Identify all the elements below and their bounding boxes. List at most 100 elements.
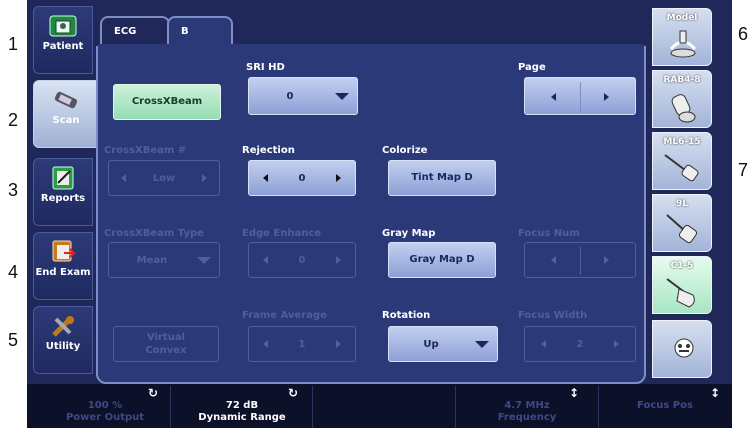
gray-map-button[interactable]: Gray Map D	[388, 242, 496, 278]
page-next-icon[interactable]	[604, 93, 609, 101]
probe-c1-5-label: C1-5	[670, 261, 694, 271]
toggle-icon: ↕	[569, 386, 580, 400]
convex-probe-icon	[666, 278, 695, 308]
nav-reports-label: Reports	[40, 193, 86, 204]
focus-num-next-icon	[604, 256, 609, 264]
rejection-next-icon[interactable]	[336, 174, 341, 182]
toggle-frequency[interactable]: ↕ 4.7 MHz Frequency	[457, 386, 597, 428]
rejection-stepper[interactable]: 0	[248, 160, 356, 196]
crossxbeam-level-stepper: Low	[108, 160, 220, 196]
nav-utility[interactable]: Utility	[33, 306, 93, 374]
tab-b[interactable]: B	[167, 16, 233, 46]
page-prev-icon[interactable]	[551, 93, 556, 101]
knob-power-output[interactable]: ↻ 100 % Power Output	[40, 386, 170, 428]
toggle-icon: ↕	[710, 386, 721, 400]
edge-enhance-value: 0	[298, 254, 306, 266]
focus-width-value: 2	[576, 338, 584, 350]
probe-ml-label: ML6-15	[663, 137, 701, 147]
frame-average-stepper: 1	[248, 326, 356, 362]
rotation-label: Rotation	[382, 310, 431, 321]
focus-width-prev-icon	[541, 340, 546, 348]
chevron-down-icon	[197, 257, 211, 264]
linear-probe-icon	[664, 154, 699, 182]
knob-dynamic-range[interactable]: ↻ 72 dB Dynamic Range	[172, 386, 312, 428]
frame-average-label: Frame Average	[242, 310, 327, 321]
dynamic-range-label: Dynamic Range	[198, 412, 286, 423]
crossxbeam-prev-icon	[121, 174, 126, 182]
crossxbeam-button[interactable]: CrossXBeam	[113, 84, 221, 120]
crossxbeam-next-icon	[202, 174, 207, 182]
nav-patient[interactable]: Patient	[33, 6, 93, 74]
sri-hd-dropdown[interactable]: 0	[248, 77, 358, 115]
focus-num-label: Focus Num	[518, 228, 580, 239]
frame-prev-icon	[263, 340, 268, 348]
crossxbeam-level-label: CrossXBeam #	[104, 145, 187, 156]
gray-map-label: Gray Map	[382, 228, 436, 239]
rejection-label: Rejection	[242, 145, 295, 156]
rejection-value: 0	[298, 172, 306, 184]
probe-icon	[54, 91, 78, 109]
rotation-dropdown[interactable]: Up	[388, 326, 498, 362]
model-probe-icon	[669, 30, 697, 58]
nav-scan[interactable]: Scan	[33, 80, 99, 148]
frame-average-value: 1	[298, 338, 306, 350]
focus-num-prev-icon	[551, 256, 556, 264]
virtual-convex-button: Virtual Convex	[113, 326, 219, 362]
nav-end-exam-label: End Exam	[35, 267, 91, 278]
rotate-icon: ↻	[148, 386, 159, 400]
chevron-down-icon	[475, 341, 489, 348]
chevron-down-icon	[335, 93, 349, 100]
frame-next-icon	[336, 340, 341, 348]
power-output-label: Power Output	[65, 412, 145, 423]
nav-end-exam[interactable]: End Exam	[33, 232, 93, 300]
sri-hd-value: 0	[286, 90, 294, 102]
focus-pos-label: Focus Pos	[637, 400, 693, 411]
probe-c1-5[interactable]: C1-5	[652, 256, 712, 314]
focus-width-next-icon	[614, 340, 619, 348]
nav-utility-label: Utility	[45, 341, 81, 352]
probe-ml6-15[interactable]: ML6-15	[652, 132, 712, 190]
rotate-icon: ↻	[288, 386, 299, 400]
nav-scan-label: Scan	[52, 115, 80, 126]
toggle-focus-pos[interactable]: ↕ Focus Pos	[600, 386, 730, 428]
linear-probe-icon	[666, 214, 698, 244]
frequency-label: Frequency	[497, 412, 557, 423]
focus-width-stepper: 2	[524, 326, 636, 362]
sri-hd-label: SRI HD	[246, 62, 285, 73]
crossxbeam-type-value: Mean	[136, 254, 168, 266]
nav-reports[interactable]: Reports	[33, 158, 93, 226]
focus-width-label: Focus Width	[518, 310, 588, 321]
probe-9l[interactable]: 9L	[652, 194, 712, 252]
virtual-convex-label: Virtual Convex	[145, 332, 187, 356]
page-stepper[interactable]	[524, 77, 636, 115]
rotation-value: Up	[423, 338, 439, 350]
rejection-prev-icon[interactable]	[263, 174, 268, 182]
probe-model-label: Model	[666, 13, 698, 23]
crossxbeam-type-label: CrossXBeam Type	[104, 228, 204, 239]
callout-2: 2	[8, 110, 19, 130]
power-output-value: 100 %	[87, 400, 123, 411]
probe-rab-label: RAB4-8	[663, 75, 701, 85]
colorize-label: Colorize	[382, 145, 428, 156]
probe-rab4-8[interactable]: RAB4-8	[652, 70, 712, 128]
settings-probe-icon	[674, 338, 694, 358]
report-icon	[52, 166, 74, 190]
tab-ecg[interactable]: ECG	[100, 16, 170, 46]
rab-probe-icon	[671, 94, 696, 123]
end-exam-icon	[52, 240, 77, 262]
folder-icon	[49, 15, 77, 37]
colorize-button[interactable]: Tint Map D	[388, 160, 496, 196]
edge-enhance-stepper: 0	[248, 242, 356, 278]
callout-3: 3	[8, 180, 19, 200]
edge-prev-icon	[263, 256, 268, 264]
nav-patient-label: Patient	[42, 41, 84, 52]
callout-7: 7	[738, 160, 749, 180]
edge-enhance-label: Edge Enhance	[242, 228, 322, 239]
probe-model[interactable]: Model	[652, 8, 712, 66]
probe-9l-label: 9L	[676, 199, 688, 209]
probe-settings[interactable]	[652, 320, 712, 378]
page-label: Page	[518, 62, 546, 73]
dynamic-range-value: 72 dB	[225, 400, 259, 411]
crossxbeam-type-dropdown: Mean	[108, 242, 220, 278]
knob-empty	[314, 386, 454, 428]
